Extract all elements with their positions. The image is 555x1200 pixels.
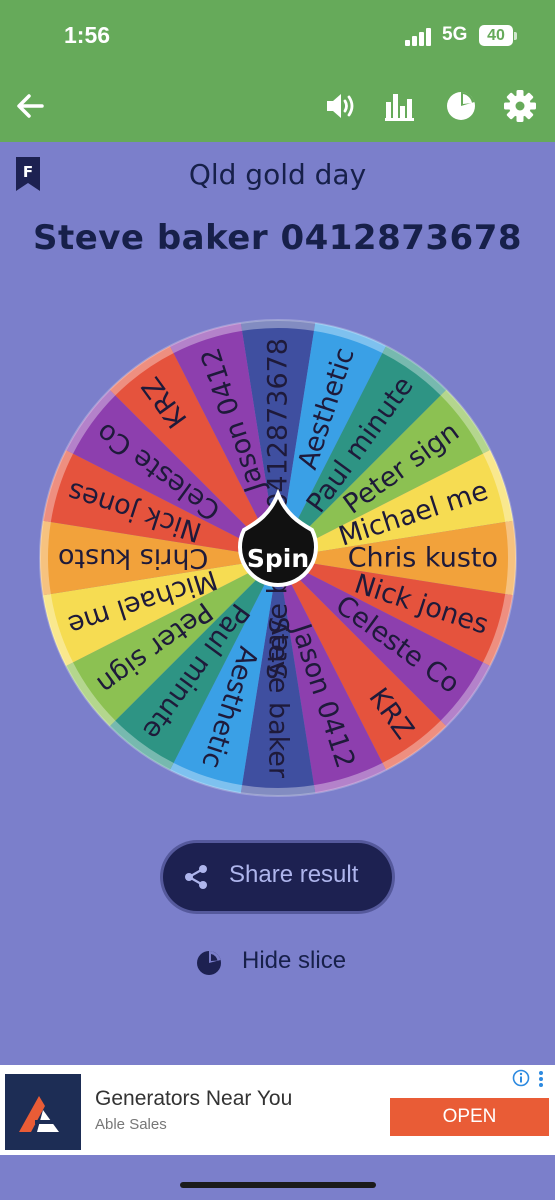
- wheel-slice-label: Chris kusto: [58, 543, 208, 574]
- spin-label: Spin: [247, 544, 309, 573]
- wheel-slice-label: Steve baker: [263, 616, 294, 778]
- volume-icon[interactable]: [323, 88, 359, 124]
- status-bar: 1:56 5G 40: [0, 0, 555, 72]
- home-indicator: [180, 1182, 376, 1188]
- network-type: 5G: [442, 24, 468, 45]
- wheel-title: Qld gold day: [188, 158, 367, 191]
- wheel-slice-label: Chris kusto: [348, 543, 498, 574]
- hide-slice-label: Hide slice: [242, 947, 347, 974]
- spin-wheel[interactable]: Steve baker 0412873678AestheticPaul minu…: [28, 308, 528, 808]
- battery-tip: [514, 32, 517, 40]
- cellular-signal-icon: [405, 28, 431, 46]
- ad-banner[interactable]: Generators Near You Able Sales OPEN: [0, 1065, 555, 1155]
- advertiser-logo: [5, 1074, 81, 1150]
- share-result-label: Share result: [229, 861, 359, 888]
- pie-chart-icon[interactable]: [443, 88, 479, 124]
- hide-slice-button[interactable]: Hide slice: [194, 944, 374, 984]
- ad-open-button[interactable]: OPEN: [390, 1098, 549, 1136]
- settings-gear-icon[interactable]: [502, 88, 538, 124]
- bar-chart-icon[interactable]: [383, 88, 419, 124]
- wheel-result: Steve baker 0412873678: [32, 218, 523, 258]
- share-result-button[interactable]: Share result: [163, 843, 392, 911]
- ad-title: Generators Near You: [95, 1087, 293, 1110]
- pie-chart-icon: [197, 951, 221, 975]
- app-bar: [0, 72, 555, 142]
- ad-subtitle: Able Sales: [95, 1116, 167, 1133]
- share-icon: [185, 865, 207, 889]
- status-time: 1:56: [64, 22, 111, 48]
- ad-menu-icon[interactable]: [537, 1070, 545, 1088]
- back-arrow-icon[interactable]: [12, 88, 48, 124]
- ad-info-icon[interactable]: [512, 1069, 530, 1087]
- battery-level: 40: [479, 25, 513, 46]
